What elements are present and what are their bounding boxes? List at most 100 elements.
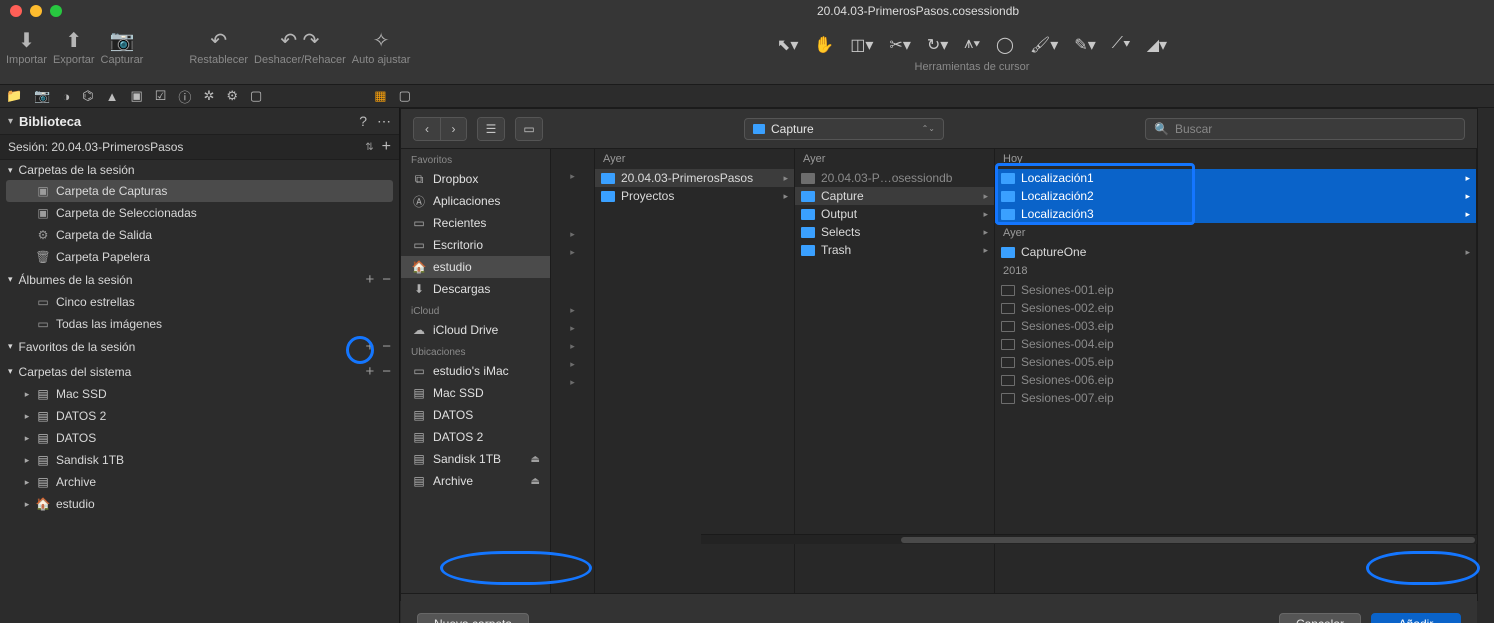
spot-tool-icon[interactable]: ◯	[996, 35, 1014, 55]
capture-button[interactable]: 📷Capturar	[101, 26, 144, 66]
folder-row[interactable]: Trash▸	[795, 241, 994, 259]
minus-icon[interactable]: −	[382, 338, 391, 355]
file-row[interactable]: Sesiones-002.eip	[995, 299, 1476, 317]
brush-tool-icon[interactable]: 🖌▾	[1030, 35, 1058, 55]
eject-icon[interactable]: ⏏	[531, 476, 540, 487]
eyedropper-tool-icon[interactable]: ✎▾	[1074, 35, 1095, 55]
folder-row[interactable]: 20.04.03-PrimerosPasos▸	[595, 169, 794, 187]
plus-icon[interactable]: +	[365, 363, 374, 380]
path-dropdown[interactable]: Capture ⌃⌄	[744, 118, 944, 140]
zoom-window-icon[interactable]	[50, 5, 62, 17]
sidebar-item-datos2[interactable]: ▤DATOS 2	[401, 426, 550, 448]
five-star-album-row[interactable]: ▭Cinco estrellas	[0, 291, 399, 313]
sidebar-item-home[interactable]: 🏠estudio	[401, 256, 550, 278]
plus-icon[interactable]: +	[365, 271, 374, 288]
reset-button[interactable]: ↶Restablecer	[189, 26, 248, 66]
folder-row[interactable]: Output▸	[795, 205, 994, 223]
sidebar-item-icloud[interactable]: ☁iCloud Drive	[401, 319, 550, 341]
add-session-icon[interactable]: +	[382, 138, 391, 156]
batch-tab-icon[interactable]: ⚙	[226, 88, 238, 104]
add-favorite-button[interactable]: +	[365, 338, 374, 355]
undo-redo-button[interactable]: ↶ ↷Deshacer/Rehacer	[254, 26, 346, 66]
close-window-icon[interactable]	[10, 5, 22, 17]
lens-tab-icon[interactable]: ⌬	[82, 88, 93, 104]
sidebar-item-applications[interactable]: ⒶAplicaciones	[401, 190, 550, 212]
grid-view-icon[interactable]: ▦	[374, 88, 386, 104]
keystone-tool-icon[interactable]: ⩚▾	[964, 35, 980, 55]
minus-icon[interactable]: −	[382, 271, 391, 288]
sidebar-item-macssd[interactable]: ▤Mac SSD	[401, 382, 550, 404]
folder-row-selected[interactable]: Localización3▸	[995, 205, 1476, 223]
arrow-tool-icon[interactable]: ⬉▾	[777, 35, 798, 55]
forward-button[interactable]: ›	[440, 118, 466, 140]
drive-row[interactable]: ▸🏠estudio	[0, 493, 399, 515]
drive-row[interactable]: ▸▤DATOS	[0, 427, 399, 449]
eraser-tool-icon[interactable]: ⟋▾	[1112, 35, 1131, 55]
minus-icon[interactable]: −	[382, 363, 391, 380]
trash-folder-row[interactable]: 🗑Carpeta Papelera	[0, 246, 399, 268]
session-albums-header[interactable]: ▾ Álbumes de la sesión +−	[0, 268, 399, 291]
import-button[interactable]: ⬇Importar	[6, 26, 47, 66]
scrollbar-thumb[interactable]	[901, 537, 1475, 543]
file-row[interactable]: Sesiones-003.eip	[995, 317, 1476, 335]
folder-row[interactable]: Selects▸	[795, 223, 994, 241]
drive-row[interactable]: ▸▤Sandisk 1TB	[0, 449, 399, 471]
drive-row[interactable]: ▸▤Archive	[0, 471, 399, 493]
hand-tool-icon[interactable]: ✋	[814, 35, 834, 55]
single-view-icon[interactable]: ▢	[399, 88, 411, 104]
search-field[interactable]: 🔍 Buscar	[1145, 118, 1465, 140]
folder-row[interactable]: CaptureOne▸	[995, 243, 1476, 261]
sidebar-item-archive[interactable]: ▤Archive⏏	[401, 470, 550, 492]
horizontal-scrollbar[interactable]	[701, 534, 1477, 544]
folder-row-selected[interactable]: Localización2▸	[995, 187, 1476, 205]
levels-tab-icon[interactable]: ▣	[130, 88, 142, 104]
color-tab-icon[interactable]: ▲	[106, 89, 119, 104]
selected-folder-row[interactable]: ▣Carpeta de Seleccionadas	[0, 202, 399, 224]
sidebar-item-sandisk[interactable]: ▤Sandisk 1TB⏏	[401, 448, 550, 470]
sidebar-item-imac[interactable]: ▭estudio's iMac	[401, 360, 550, 382]
camera-tab-icon[interactable]: 📷	[34, 88, 50, 104]
sidebar-item-datos[interactable]: ▤DATOS	[401, 404, 550, 426]
autoadjust-button[interactable]: ✧Auto ajustar	[352, 26, 411, 66]
minimize-window-icon[interactable]	[30, 5, 42, 17]
file-row[interactable]: Sesiones-006.eip	[995, 371, 1476, 389]
session-selector[interactable]: Sesión: 20.04.03-PrimerosPasos ⇅ +	[0, 134, 399, 160]
export-button[interactable]: ⬆Exportar	[53, 26, 95, 66]
session-favorites-header[interactable]: ▾ Favoritos de la sesión +−	[0, 335, 399, 358]
captures-folder-row[interactable]: ▣Carpeta de Capturas	[6, 180, 393, 202]
library-tab-icon[interactable]: 📁	[6, 88, 22, 104]
sidebar-item-downloads[interactable]: ⬇Descargas	[401, 278, 550, 300]
color-tool-icon[interactable]: ◫▾	[850, 35, 873, 55]
file-row[interactable]: Sesiones-001.eip	[995, 281, 1476, 299]
crop-tool-icon[interactable]: ✂▾	[889, 35, 910, 55]
adjust-tab-icon[interactable]: ✲	[203, 88, 214, 104]
more-icon[interactable]: ⋯	[377, 113, 391, 130]
rotate-tool-icon[interactable]: ↻▾	[927, 35, 948, 55]
all-images-album-row[interactable]: ▭Todas las imágenes	[0, 313, 399, 335]
exposure-tab-icon[interactable]: ◑	[62, 89, 70, 104]
system-folders-header[interactable]: ▾ Carpetas del sistema +−	[0, 360, 399, 383]
folder-row[interactable]: Proyectos▸	[595, 187, 794, 205]
output-tab-icon[interactable]: ▢	[250, 88, 262, 104]
sidebar-item-dropbox[interactable]: ⧉Dropbox	[401, 168, 550, 190]
folder-row-selected[interactable]: Localización1▸	[995, 169, 1476, 187]
sidebar-item-recents[interactable]: ▭Recientes	[401, 212, 550, 234]
sidebar-item-desktop[interactable]: ▭Escritorio	[401, 234, 550, 256]
cancel-button[interactable]: Cancelar	[1279, 613, 1361, 623]
drive-row[interactable]: ▸▤Mac SSD	[0, 383, 399, 405]
chevron-down-icon[interactable]: ▾	[8, 116, 13, 127]
output-folder-row[interactable]: ⚙Carpeta de Salida	[0, 224, 399, 246]
gradient-tool-icon[interactable]: ◢▾	[1147, 35, 1167, 55]
new-folder-button[interactable]: Nueva carpeta	[417, 613, 529, 623]
column-view-button[interactable]: ☰	[478, 118, 504, 140]
info-tab-icon[interactable]: ⓘ	[178, 87, 191, 106]
add-button[interactable]: Añadir	[1371, 613, 1461, 623]
drive-row[interactable]: ▸▤DATOS 2	[0, 405, 399, 427]
group-button[interactable]: ▭	[516, 118, 542, 140]
help-icon[interactable]: ?	[359, 113, 367, 129]
file-row[interactable]: Sesiones-007.eip	[995, 389, 1476, 407]
session-folders-header[interactable]: ▾ Carpetas de la sesión	[0, 160, 399, 180]
file-row[interactable]: Sesiones-004.eip	[995, 335, 1476, 353]
details-tab-icon[interactable]: ☑	[155, 88, 167, 104]
file-row[interactable]: Sesiones-005.eip	[995, 353, 1476, 371]
